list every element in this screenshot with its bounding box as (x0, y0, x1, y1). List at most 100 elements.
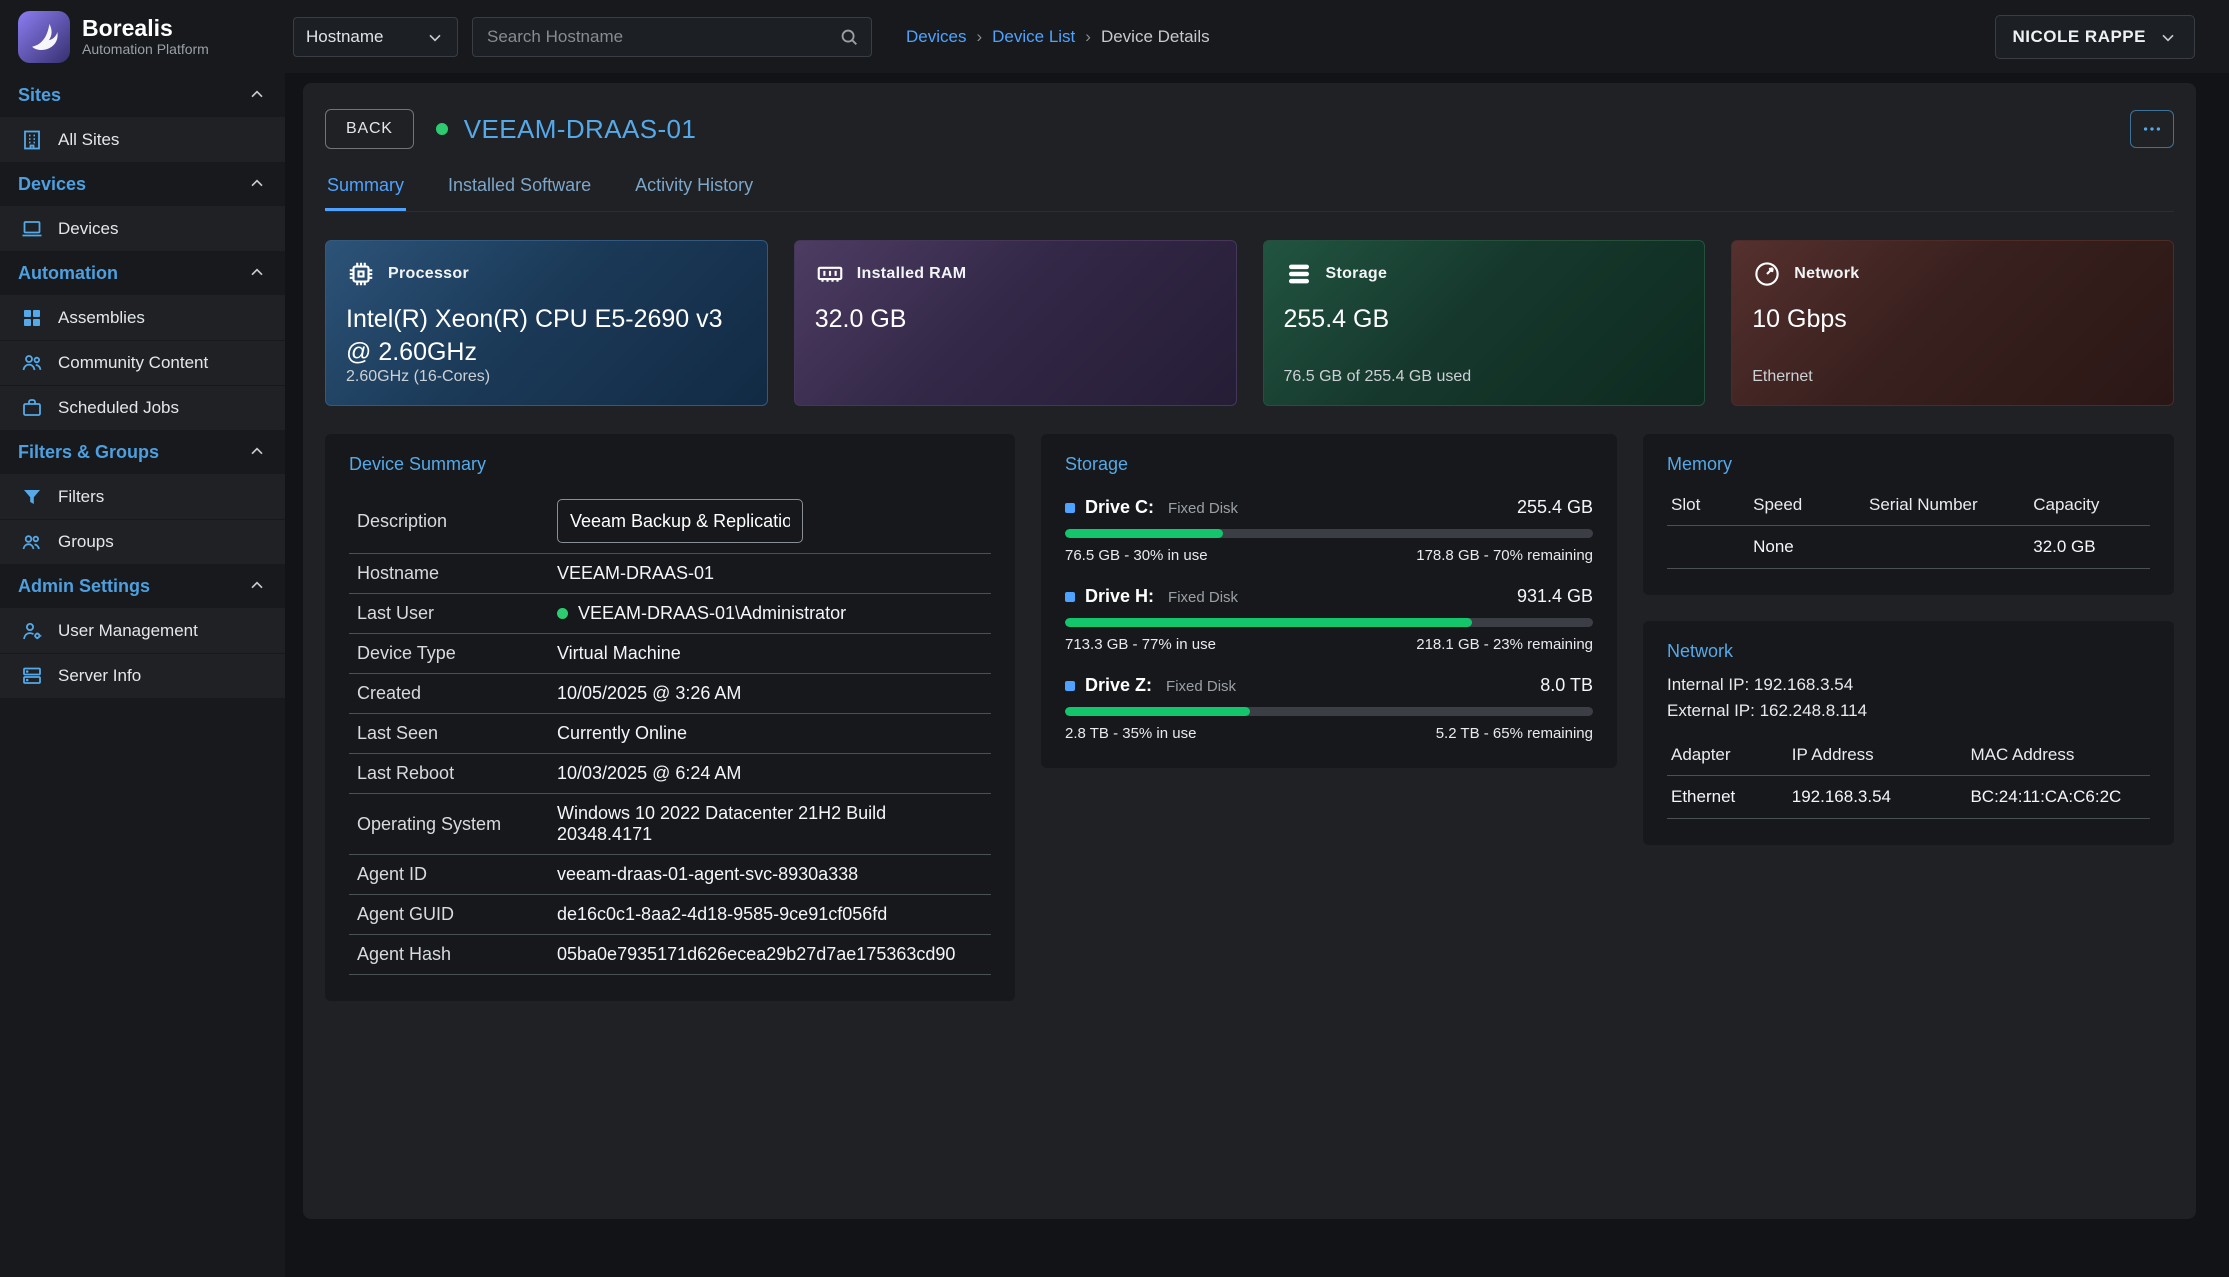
drive-bullet-icon (1065, 681, 1075, 691)
sidebar: Sites All Sites Devices Devices Automati… (0, 73, 285, 1277)
memory-row: None 32.0 GB (1667, 526, 2150, 569)
building-icon (20, 128, 44, 152)
laptop-icon (20, 217, 44, 241)
section-label: Filters & Groups (18, 442, 159, 463)
brand-text: Borealis Automation Platform (82, 16, 209, 57)
grid-icon (20, 306, 44, 330)
online-status-dot (436, 123, 448, 135)
drive-usage-bar (1065, 618, 1593, 627)
breadcrumb-device-list[interactable]: Device List (992, 27, 1075, 47)
drive-usage-bar (1065, 707, 1593, 716)
sidebar-item-devices[interactable]: Devices (0, 206, 285, 251)
memory-header-capacity: Capacity (2029, 485, 2150, 526)
summary-label: Operating System (357, 814, 557, 835)
search-icon[interactable] (838, 26, 860, 48)
stat-card-value: 32.0 GB (815, 303, 1215, 336)
last-user-value: VEEAM-DRAAS-01\Administrator (578, 603, 846, 624)
tab-summary[interactable]: Summary (325, 175, 406, 211)
breadcrumb-devices[interactable]: Devices (906, 27, 966, 47)
brand: Borealis Automation Platform (0, 11, 285, 63)
sidebar-section-automation[interactable]: Automation (0, 251, 285, 295)
summary-label: Created (357, 683, 557, 704)
summary-value: Virtual Machine (557, 643, 681, 664)
more-options-button[interactable] (2130, 110, 2174, 148)
ip-lines: Internal IP: 192.168.3.54 External IP: 1… (1667, 672, 2150, 725)
sidebar-item-community-content[interactable]: Community Content (0, 340, 285, 385)
device-summary-table: Description Hostname VEEAM-DRAAS-01 Last… (349, 489, 991, 975)
back-button[interactable]: BACK (325, 109, 414, 149)
drive-size: 255.4 GB (1517, 497, 1593, 518)
network-header-adapter: Adapter (1667, 735, 1788, 776)
stat-card-sub: 76.5 GB of 255.4 GB used (1284, 368, 1685, 387)
storage-icon (1284, 259, 1314, 289)
summary-row: Agent Hash 05ba0e7935171d626ecea29b27d7a… (349, 935, 991, 975)
search-input[interactable] (472, 17, 872, 57)
summary-label: Last Seen (357, 723, 557, 744)
ram-icon (815, 259, 845, 289)
briefcase-icon (20, 396, 44, 420)
description-input[interactable] (557, 499, 803, 543)
memory-cell-slot (1667, 526, 1749, 569)
sidebar-section-devices[interactable]: Devices (0, 162, 285, 206)
sidebar-item-groups[interactable]: Groups (0, 519, 285, 564)
network-header-ip: IP Address (1788, 735, 1967, 776)
cpu-icon (346, 259, 376, 289)
summary-value: Windows 10 2022 Datacenter 21H2 Build 20… (557, 803, 983, 845)
server-icon (20, 664, 44, 688)
drive-row-h: Drive H: Fixed Disk 931.4 GB 713.3 GB - … (1065, 586, 1593, 653)
external-ip: External IP: 162.248.8.114 (1667, 698, 2150, 724)
summary-value: 10/05/2025 @ 3:26 AM (557, 683, 741, 704)
brand-subtitle: Automation Platform (82, 41, 209, 57)
drive-bullet-icon (1065, 503, 1075, 513)
summary-row: Last Reboot 10/03/2025 @ 6:24 AM (349, 754, 991, 794)
sidebar-item-user-management[interactable]: User Management (0, 608, 285, 653)
drive-row-z: Drive Z: Fixed Disk 8.0 TB 2.8 TB - 35% … (1065, 675, 1593, 742)
memory-header-serial: Serial Number (1865, 485, 2029, 526)
sidebar-section-admin-settings[interactable]: Admin Settings (0, 564, 285, 608)
summary-row: Hostname VEEAM-DRAAS-01 (349, 554, 991, 594)
summary-label: Hostname (357, 563, 557, 584)
brand-name: Borealis (82, 16, 209, 41)
drive-used: 2.8 TB - 35% in use (1065, 725, 1196, 742)
network-cell-mac: BC:24:11:CA:C6:2C (1966, 775, 2150, 818)
stat-card-sub: Ethernet (1752, 368, 2153, 387)
installed-ram-card: Installed RAM 32.0 GB (794, 240, 1237, 406)
memory-cell-serial (1865, 526, 2029, 569)
sidebar-item-filters[interactable]: Filters (0, 474, 285, 519)
drive-type: Fixed Disk (1168, 500, 1238, 517)
sidebar-section-filters-groups[interactable]: Filters & Groups (0, 430, 285, 474)
stat-card-sub (815, 368, 1216, 387)
tab-activity-history[interactable]: Activity History (633, 175, 755, 211)
network-row: Ethernet 192.168.3.54 BC:24:11:CA:C6:2C (1667, 775, 2150, 818)
drive-bullet-icon (1065, 592, 1075, 602)
memory-panel: Memory Slot Speed Serial Number Capacity… (1643, 434, 2174, 595)
summary-value: 10/03/2025 @ 6:24 AM (557, 763, 741, 784)
search-field-dropdown[interactable]: Hostname (293, 17, 458, 57)
device-summary-panel: Device Summary Description Hostname VEEA… (325, 434, 1015, 1001)
people-icon (20, 351, 44, 375)
sidebar-item-all-sites[interactable]: All Sites (0, 117, 285, 162)
sidebar-item-scheduled-jobs[interactable]: Scheduled Jobs (0, 385, 285, 430)
breadcrumb: Devices Device List Device Details (906, 27, 1210, 47)
chevron-up-icon (247, 442, 267, 462)
summary-value: VEEAM-DRAAS-01 (557, 563, 714, 584)
drive-used: 76.5 GB - 30% in use (1065, 547, 1208, 564)
summary-value: 05ba0e7935171d626ecea29b27d7ae175363cd90 (557, 944, 955, 965)
stat-card-sub: 2.60GHz (16-Cores) (346, 368, 747, 387)
sidebar-item-server-info[interactable]: Server Info (0, 653, 285, 698)
sidebar-item-label: Server Info (58, 666, 141, 686)
network-title: Network (1667, 641, 2150, 662)
user-menu[interactable]: NICOLE RAPPE (1995, 15, 2195, 59)
chevron-down-icon (425, 27, 445, 47)
sidebar-item-assemblies[interactable]: Assemblies (0, 295, 285, 340)
search-field-dropdown-label: Hostname (306, 27, 383, 47)
network-cell-adapter: Ethernet (1667, 775, 1788, 818)
processor-card: Processor Intel(R) Xeon(R) CPU E5-2690 v… (325, 240, 768, 406)
summary-row: Device Type Virtual Machine (349, 634, 991, 674)
section-label: Sites (18, 85, 61, 106)
sidebar-section-sites[interactable]: Sites (0, 73, 285, 117)
stat-card-label: Network (1794, 265, 1859, 283)
section-label: Automation (18, 263, 118, 284)
sidebar-item-label: Groups (58, 532, 114, 552)
tab-installed-software[interactable]: Installed Software (446, 175, 593, 211)
